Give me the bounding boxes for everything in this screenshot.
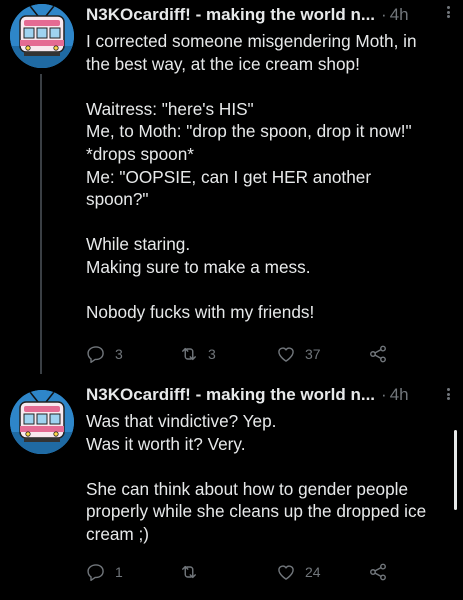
heart-icon	[278, 347, 294, 362]
avatar[interactable]	[10, 390, 74, 454]
text-line: Waitress: "here's HIS"	[86, 98, 254, 119]
text-line: cream ;)	[86, 523, 150, 544]
separator-dot: ·	[381, 5, 387, 24]
timestamp[interactable]: 4h	[390, 385, 409, 405]
more-vertical-icon[interactable]	[441, 2, 455, 22]
reply-button[interactable]: 1	[86, 561, 123, 583]
text-line: Me, to Moth: "drop the spoon, drop it no…	[86, 121, 412, 142]
like-button[interactable]: 37	[276, 343, 321, 365]
text-line: I corrected someone misgendering Moth, i…	[86, 31, 417, 51]
text-line: Making sure to make a mess.	[86, 256, 311, 277]
text-line: *drops spoon*	[86, 143, 194, 164]
text-line: properly while she cleans up the dropped…	[86, 501, 427, 522]
tweet-text: I corrected someone misgendering Moth, i…	[86, 30, 453, 324]
text-line: She can think about how to gender people	[86, 478, 409, 499]
tweet-text: Was that vindictive? Yep. Was it worth i…	[86, 410, 453, 546]
reply-count: 3	[115, 346, 123, 362]
text-line: Was it worth it? Very.	[86, 433, 246, 454]
tweet-header: N3KOcardiff! - making the world n... · 4…	[86, 383, 455, 407]
share-icon	[370, 563, 386, 581]
timestamp[interactable]: 4h	[390, 5, 409, 25]
retweet-icon	[182, 565, 196, 579]
tweet[interactable]: N3KOcardiff! - making the world n... · 4…	[0, 382, 463, 600]
heart-icon	[278, 565, 294, 580]
text-line: Me: "OOPSIE, can I get HER another	[86, 166, 372, 187]
text-line: Was that vindictive? Yep.	[86, 411, 277, 431]
retweet-button[interactable]	[179, 561, 208, 583]
retweet-button[interactable]: 3	[179, 343, 216, 365]
tweet[interactable]: N3KOcardiff! - making the world n... · 4…	[0, 0, 463, 382]
share-icon	[370, 345, 386, 363]
thread-line	[40, 74, 42, 374]
reply-icon	[87, 564, 104, 582]
share-button[interactable]	[368, 343, 388, 365]
tram-avatar-image	[10, 4, 74, 68]
reply-icon	[87, 346, 104, 364]
text-line: While staring.	[86, 234, 191, 255]
like-count: 37	[305, 346, 321, 362]
author-name[interactable]: N3KOcardiff! - making the world n...	[86, 385, 375, 405]
more-vertical-icon[interactable]	[441, 384, 455, 404]
reply-count: 1	[115, 564, 123, 580]
like-button[interactable]: 24	[276, 561, 321, 583]
like-count: 24	[305, 564, 321, 580]
text-line: the best way, at the ice cream shop!	[86, 53, 360, 74]
scrollbar[interactable]	[454, 430, 457, 510]
separator-dot: ·	[381, 385, 387, 404]
retweet-icon	[182, 347, 196, 361]
avatar[interactable]	[10, 4, 74, 68]
tweet-actions: 3 3 37	[86, 343, 396, 365]
text-line: spoon?"	[86, 189, 149, 210]
author-name[interactable]: N3KOcardiff! - making the world n...	[86, 5, 375, 25]
share-button[interactable]	[368, 561, 388, 583]
tweet-header: N3KOcardiff! - making the world n... · 4…	[86, 3, 455, 27]
retweet-count: 3	[208, 346, 216, 362]
tweet-actions: 1 24	[86, 561, 396, 583]
tram-avatar-image	[10, 390, 74, 454]
reply-button[interactable]: 3	[86, 343, 123, 365]
text-line: Nobody fucks with my friends!	[86, 302, 315, 323]
